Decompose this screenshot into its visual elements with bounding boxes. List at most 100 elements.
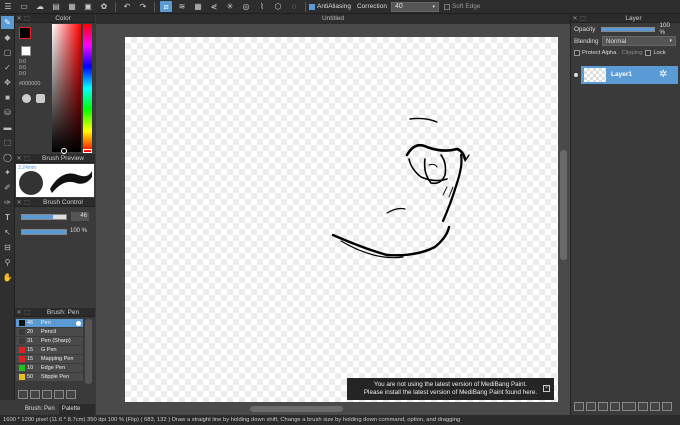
snap-off-icon[interactable]: ⧄ [160, 1, 172, 12]
folder-icon[interactable] [638, 402, 648, 411]
copy-brush-icon[interactable] [30, 390, 40, 399]
hue-slider-handle[interactable] [83, 149, 92, 153]
hand-tool-icon[interactable]: ✋ [1, 271, 14, 284]
clipping-label[interactable]: Clipping [621, 50, 642, 56]
select-pen-tool-icon[interactable]: ✐ [1, 181, 14, 194]
tab-brush[interactable]: Brush: Pen [15, 404, 59, 415]
brush-list-item[interactable]: 20 Pencil [16, 328, 83, 337]
select-tool-icon[interactable]: ⬚ [1, 136, 14, 149]
folder-icon[interactable] [42, 390, 52, 399]
drawing-canvas[interactable] [125, 37, 558, 402]
brush-size-slider[interactable] [21, 214, 67, 220]
detach-icon[interactable]: ⬚ [23, 199, 31, 206]
update-notification[interactable]: You are not using the latest version of … [347, 378, 554, 400]
undo-icon[interactable]: ↶ [121, 1, 133, 12]
brush-opacity-slider[interactable] [21, 229, 67, 235]
layer-menu-icon[interactable] [622, 402, 636, 411]
delete-layer-icon[interactable] [662, 402, 672, 411]
brush-list-scrollbar[interactable] [85, 319, 92, 384]
check-tool-icon[interactable]: ✓ [1, 61, 14, 74]
brush-list-item[interactable]: 15 G Pen [16, 346, 83, 355]
share-icon[interactable]: ▣ [82, 1, 94, 12]
brush-size-value[interactable]: 46 [71, 212, 89, 221]
antialiasing-checkbox[interactable] [309, 3, 315, 10]
brush-list-item[interactable]: 46 Pen [16, 319, 83, 328]
brush-list-item[interactable]: 50 Stipple Pen [16, 373, 83, 382]
snap-parallel-icon[interactable]: ≋ [176, 1, 188, 12]
selected-indicator-icon [76, 320, 81, 326]
snap-shape-icon[interactable]: ⬡ [272, 1, 284, 12]
rect-select-tool-icon[interactable]: ▢ [1, 46, 14, 59]
canvas-horizontal-scrollbar[interactable] [250, 406, 343, 412]
close-icon[interactable]: ✕ [15, 309, 23, 316]
detach-icon[interactable]: ⬚ [579, 15, 587, 22]
document-tab[interactable]: Untitled [96, 14, 570, 24]
detach-icon[interactable]: ⬚ [23, 15, 31, 22]
lock-checkbox[interactable] [645, 50, 652, 56]
update-notification-line1: You are not using the latest version of … [373, 381, 528, 388]
snap-grid-icon[interactable]: ▦ [192, 1, 204, 12]
snap-radial-icon[interactable]: ✳ [224, 1, 236, 12]
brush-list-item[interactable]: 31 Pen (Sharp) [16, 337, 83, 346]
select-eraser-tool-icon[interactable]: ✑ [1, 196, 14, 209]
close-icon[interactable]: ✕ [571, 15, 579, 22]
correction-select[interactable]: 40 ▾ [390, 1, 439, 12]
close-icon[interactable]: ✕ [15, 155, 23, 162]
duplicate-layer-icon[interactable] [650, 402, 660, 411]
status-bar: 1600 * 1200 pixel (11.6 * 8.7cm) 350 dpi… [0, 415, 680, 425]
color-wheel-icon[interactable] [22, 94, 31, 103]
add-layer-icon[interactable] [574, 402, 584, 411]
detach-icon[interactable]: ⬚ [23, 155, 31, 162]
layer-item[interactable]: Layer1 ✲ [581, 66, 678, 84]
detach-icon[interactable]: ⬚ [23, 309, 31, 316]
layer-visibility-icon[interactable] [574, 73, 578, 77]
add-8bit-layer-icon[interactable] [598, 402, 608, 411]
hue-slider[interactable] [83, 24, 92, 152]
snap-curve-icon[interactable]: ⌇ [256, 1, 268, 12]
tab-palette[interactable]: Palette [59, 404, 84, 415]
eraser-tool-icon[interactable]: ◆ [1, 31, 14, 44]
soft-edge-checkbox[interactable] [443, 3, 450, 10]
lasso-tool-icon[interactable]: ◯ [1, 151, 14, 164]
divide-tool-icon[interactable]: ⊟ [1, 241, 14, 254]
eyedropper-tool-icon[interactable]: ⚲ [1, 256, 14, 269]
saturation-value-picker[interactable] [52, 24, 81, 152]
canvas-vertical-scrollbar[interactable] [560, 150, 567, 260]
foreground-color-swatch[interactable] [19, 27, 31, 39]
gradient-tool-icon[interactable]: ▬ [1, 121, 14, 134]
brush-tool-icon[interactable]: ✎ [1, 16, 14, 29]
menu-icon[interactable]: ☰ [2, 1, 14, 12]
add-brush-icon[interactable] [18, 390, 28, 399]
color-palette-icon[interactable] [36, 94, 45, 103]
magic-wand-tool-icon[interactable]: ✦ [1, 166, 14, 179]
snap-perspective-icon[interactable]: ⋞ [208, 1, 220, 12]
open-icon[interactable]: ▤ [50, 1, 62, 12]
snap-settings-icon[interactable]: ◌ [288, 1, 300, 12]
blending-select[interactable]: Normal ▾ [602, 36, 676, 46]
close-icon[interactable]: ✕ [15, 199, 23, 206]
close-icon[interactable]: ✕ [15, 15, 23, 22]
operation-tool-icon[interactable]: ↖ [1, 226, 14, 239]
add-halftone-layer-icon[interactable] [586, 402, 596, 411]
brush-list-item[interactable]: 10 Edge Pen [16, 364, 83, 373]
new-file-icon[interactable]: ▭ [18, 1, 30, 12]
transparent-color-swatch[interactable] [21, 46, 31, 56]
opacity-slider[interactable] [601, 26, 656, 32]
redo-icon[interactable]: ↷ [137, 1, 149, 12]
delete-brush-icon[interactable] [54, 390, 64, 399]
close-icon[interactable]: × [543, 385, 550, 392]
settings-icon[interactable]: ✿ [98, 1, 110, 12]
snap-circle-icon[interactable]: ◎ [240, 1, 252, 12]
fill-rect-tool-icon[interactable]: ■ [1, 91, 14, 104]
bucket-tool-icon[interactable]: ⛁ [1, 106, 14, 119]
text-tool-icon[interactable]: T [1, 211, 14, 224]
gear-icon[interactable]: ✲ [659, 69, 667, 80]
save-icon[interactable]: ▦ [66, 1, 78, 12]
cloud-icon[interactable]: ☁ [34, 1, 46, 12]
add-1bit-layer-icon[interactable] [610, 402, 620, 411]
brush-opacity-value: 100 % [70, 228, 88, 234]
move-tool-icon[interactable]: ✥ [1, 76, 14, 89]
brush-list-item[interactable]: 15 Mapping Pen [16, 355, 83, 364]
brush-settings-icon[interactable] [66, 390, 76, 399]
protect-alpha-checkbox[interactable] [574, 50, 580, 56]
